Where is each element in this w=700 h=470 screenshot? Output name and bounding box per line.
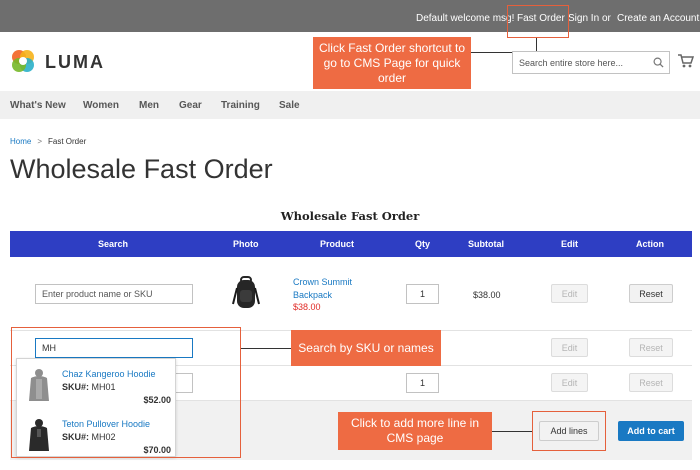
search-callout: Search by SKU or names bbox=[291, 330, 441, 366]
create-account-link[interactable]: Create an Account bbox=[617, 13, 699, 24]
product-search-input[interactable] bbox=[35, 284, 193, 304]
nav-item-training[interactable]: Training bbox=[221, 100, 260, 111]
nav-item-men[interactable]: Men bbox=[139, 100, 159, 111]
store-search[interactable] bbox=[512, 51, 670, 74]
header-action: Action bbox=[636, 239, 664, 249]
page-title: Wholesale Fast Order bbox=[10, 154, 273, 184]
search-icon[interactable] bbox=[653, 57, 664, 68]
edit-button[interactable]: Edit bbox=[551, 373, 588, 392]
header-search: Search bbox=[98, 239, 129, 249]
or-text: or bbox=[602, 13, 611, 24]
nav-item-gear[interactable]: Gear bbox=[179, 100, 202, 111]
breadcrumb: Home > Fast Order bbox=[10, 137, 86, 146]
top-header-bar: Default welcome msg! Fast Order Sign In … bbox=[0, 0, 700, 32]
header-subtotal: Subtotal bbox=[468, 239, 504, 249]
logo-text[interactable]: LUMA bbox=[45, 52, 105, 73]
table-header: Search Photo Product Qty Subtotal Edit A… bbox=[10, 231, 692, 257]
header-edit: Edit bbox=[561, 239, 578, 249]
add-to-cart-button[interactable]: Add to cart bbox=[618, 421, 684, 441]
sign-in-link[interactable]: Sign In bbox=[568, 13, 599, 24]
add-lines-callout: Click to add more line in CMS page bbox=[338, 412, 492, 450]
breadcrumb-current: Fast Order bbox=[48, 137, 87, 146]
row-subtotal: $38.00 bbox=[473, 290, 501, 300]
qty-input[interactable] bbox=[406, 373, 439, 393]
breadcrumb-home[interactable]: Home bbox=[10, 137, 31, 146]
main-navigation: What's New Women Men Gear Training Sale bbox=[0, 91, 700, 119]
cart-icon[interactable] bbox=[678, 54, 694, 68]
edit-button[interactable]: Edit bbox=[551, 338, 588, 357]
qty-input[interactable] bbox=[406, 284, 439, 304]
product-name-link[interactable]: Crown Summit Backpack bbox=[293, 276, 363, 302]
breadcrumb-separator-icon: > bbox=[37, 137, 43, 146]
add-lines-connector bbox=[492, 431, 532, 432]
product-price: $38.00 bbox=[293, 302, 321, 312]
luma-logo-icon[interactable] bbox=[10, 48, 36, 74]
welcome-message: Default welcome msg! bbox=[416, 13, 515, 24]
nav-item-sale[interactable]: Sale bbox=[279, 100, 300, 111]
header-product: Product bbox=[320, 239, 355, 249]
product-thumbnail bbox=[232, 276, 260, 308]
edit-button[interactable]: Edit bbox=[551, 284, 588, 303]
search-highlight bbox=[11, 327, 241, 458]
fast-order-highlight bbox=[507, 5, 569, 38]
nav-item-whats-new[interactable]: What's New bbox=[10, 100, 66, 111]
header-qty: Qty bbox=[415, 239, 431, 249]
reset-button[interactable]: Reset bbox=[629, 284, 673, 303]
header-photo: Photo bbox=[233, 239, 259, 249]
add-lines-highlight bbox=[532, 411, 606, 451]
store-search-input[interactable] bbox=[513, 52, 643, 74]
reset-button[interactable]: Reset bbox=[629, 338, 673, 357]
reset-button[interactable]: Reset bbox=[629, 373, 673, 392]
search-connector bbox=[241, 348, 291, 349]
nav-item-women[interactable]: Women bbox=[83, 100, 119, 111]
fast-order-callout: Click Fast Order shortcut to go to CMS P… bbox=[313, 37, 471, 89]
table-title: Wholesale Fast Order bbox=[280, 209, 420, 223]
